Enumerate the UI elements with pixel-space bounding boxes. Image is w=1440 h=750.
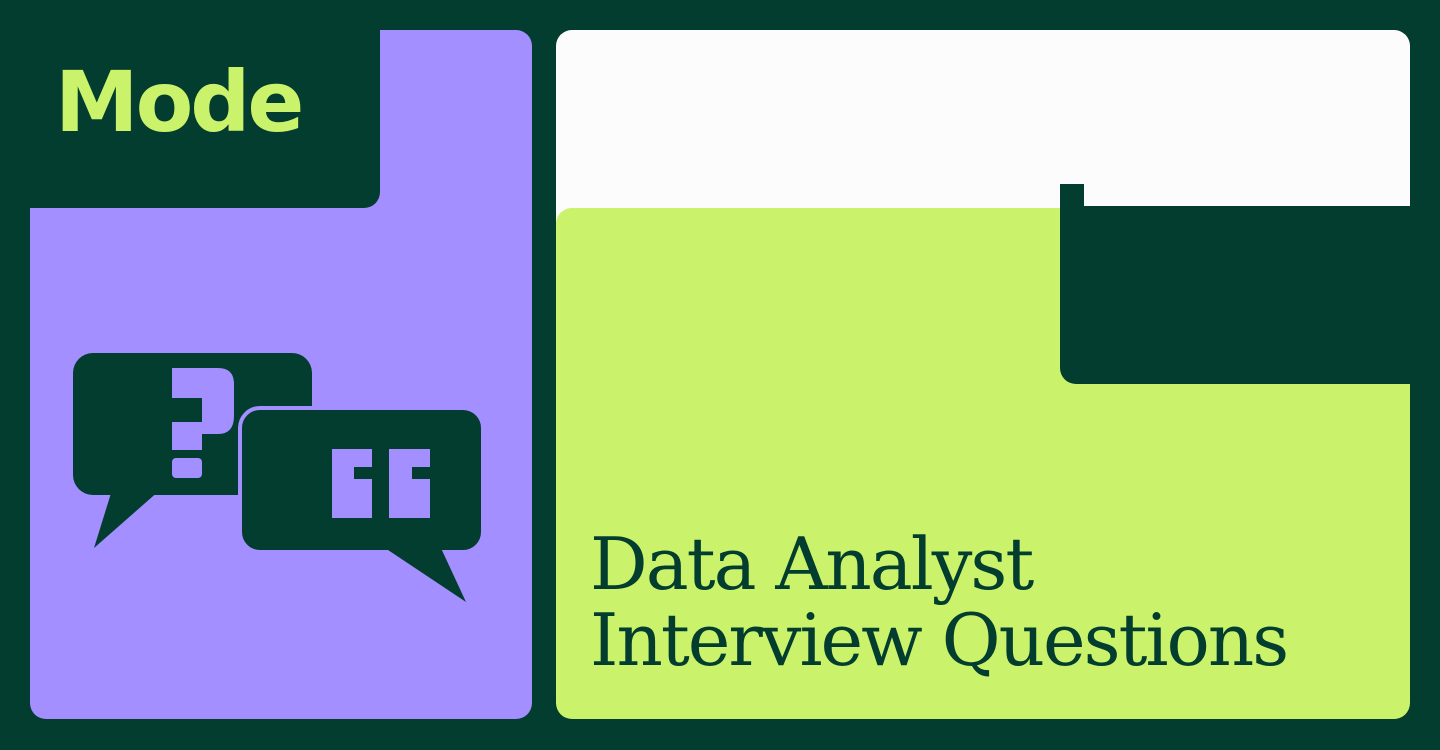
panel-gap bbox=[1060, 184, 1084, 214]
brand-logo: Mode bbox=[55, 53, 304, 151]
quote-bubble-icon bbox=[238, 406, 485, 602]
page-title-line-1: Data Analyst bbox=[590, 522, 1034, 606]
page-title-line-2: Interview Questions bbox=[590, 598, 1289, 682]
lime-panel-notch bbox=[1060, 206, 1412, 384]
chat-bubbles-icon bbox=[73, 353, 485, 602]
page-title: Data Analyst Interview Questions bbox=[590, 526, 1390, 678]
